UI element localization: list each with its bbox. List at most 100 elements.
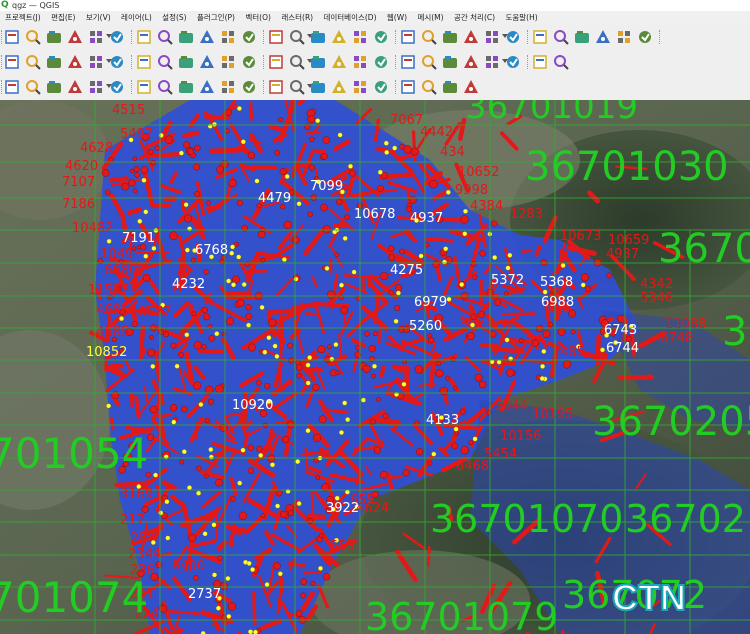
topology-icon[interactable]: [136, 79, 152, 95]
cut-icon[interactable]: [268, 54, 284, 70]
zoom-out-icon[interactable]: [199, 29, 215, 45]
undo-icon[interactable]: [331, 54, 347, 70]
label-move-icon[interactable]: [442, 54, 458, 70]
save-edits-icon[interactable]: [178, 54, 194, 70]
add-csv-icon[interactable]: [88, 54, 104, 70]
zoom-to-native-icon[interactable]: [289, 29, 305, 45]
vertex-tool-icon[interactable]: [220, 54, 236, 70]
map-canvas[interactable]: 4515 5497 4628 4620 7107 7186 10482 1049 6680 115…: [0, 100, 750, 634]
show-bookmarks-icon[interactable]: [421, 29, 437, 45]
map-label-red: 5944: [495, 399, 528, 414]
menu-processing[interactable]: 공간 처리(C): [454, 11, 495, 25]
menu-database[interactable]: 데이터베이스(D): [323, 11, 376, 25]
zoom-to-layer-icon[interactable]: [268, 29, 284, 45]
delete-feature-icon[interactable]: [241, 54, 257, 70]
menu-edit[interactable]: 편집(E): [51, 11, 75, 25]
deselect-icon[interactable]: [46, 79, 62, 95]
plugin-python-icon[interactable]: [505, 54, 521, 70]
label-show-icon[interactable]: [421, 54, 437, 70]
menu-view[interactable]: 보기(V): [86, 11, 111, 25]
menu-plugins[interactable]: 플러그인(P): [197, 11, 235, 25]
add-spatialite-icon[interactable]: [109, 54, 125, 70]
label-change-icon[interactable]: [484, 54, 500, 70]
add-feature-icon[interactable]: [199, 54, 215, 70]
zoom-in-icon[interactable]: [178, 29, 194, 45]
settings-gear-icon[interactable]: [310, 79, 326, 95]
print-layout-icon[interactable]: [88, 29, 104, 45]
snapping-icon[interactable]: [109, 79, 125, 95]
rotate-symbol-icon[interactable]: [220, 79, 236, 95]
text-tool-icon[interactable]: [241, 79, 257, 95]
refresh-icon[interactable]: [463, 29, 479, 45]
plus-box-icon[interactable]: [331, 79, 347, 95]
new-3d-view-icon[interactable]: [373, 29, 389, 45]
menu-vector[interactable]: 벡터(O): [245, 11, 271, 25]
zoom-to-selection-icon[interactable]: [241, 29, 257, 45]
help-icon[interactable]: [553, 54, 569, 70]
label-abc-icon[interactable]: [373, 54, 389, 70]
menu-mesh[interactable]: 메시(M): [417, 11, 443, 25]
menu-help[interactable]: 도움말(H): [505, 11, 537, 25]
menu-raster[interactable]: 래스터(R): [281, 11, 313, 25]
bookmark-icon[interactable]: [400, 29, 416, 45]
copy-icon[interactable]: [289, 54, 305, 70]
zoom-last-icon[interactable]: [310, 29, 326, 45]
zoom-full-icon[interactable]: [220, 29, 236, 45]
road-node: [518, 338, 524, 344]
hammer-icon[interactable]: [463, 79, 479, 95]
refresh-cycle-icon[interactable]: [352, 79, 368, 95]
node-tool-icon[interactable]: [178, 79, 194, 95]
road-node: [192, 575, 199, 581]
cloud-settings-icon[interactable]: [400, 79, 416, 95]
cube-alt-icon[interactable]: [442, 79, 458, 95]
menu-layer[interactable]: 레이어(L): [121, 11, 152, 25]
field-calculator-icon[interactable]: [553, 29, 569, 45]
select-feature-icon[interactable]: [4, 79, 20, 95]
digitize-pencil-icon[interactable]: [136, 54, 152, 70]
measure-icon[interactable]: [595, 29, 611, 45]
offset-curve-icon[interactable]: [199, 79, 215, 95]
cube-icon[interactable]: [421, 79, 437, 95]
save-as-icon[interactable]: [67, 29, 83, 45]
form-select-icon[interactable]: [67, 79, 83, 95]
redo-icon[interactable]: [352, 54, 368, 70]
map-tips-icon[interactable]: [616, 29, 632, 45]
add-vector-icon[interactable]: [46, 54, 62, 70]
road-node: [306, 517, 314, 525]
save-project-icon[interactable]: [46, 29, 62, 45]
temporal-controller-icon[interactable]: [442, 29, 458, 45]
new-project-icon[interactable]: [4, 29, 20, 45]
identify-icon[interactable]: [484, 29, 500, 45]
data-source-manager-icon[interactable]: [4, 54, 20, 70]
advanced-digitizing-icon[interactable]: [88, 79, 104, 95]
zoom-next-icon[interactable]: [331, 29, 347, 45]
cloud-icon[interactable]: [373, 79, 389, 95]
text-annotation-icon[interactable]: [637, 29, 653, 45]
attribute-table-icon[interactable]: [505, 29, 521, 45]
label-pin-icon[interactable]: [400, 54, 416, 70]
menu-settings[interactable]: 설정(S): [162, 11, 186, 25]
open-table-icon[interactable]: [574, 29, 590, 45]
toggle-edit-icon[interactable]: [157, 54, 173, 70]
map-label-red: 4685: [96, 325, 129, 340]
road-node: [323, 573, 331, 581]
pan-map-icon[interactable]: [136, 29, 152, 45]
d-plugin-icon[interactable]: [289, 79, 305, 95]
plugin-globe-icon[interactable]: [532, 54, 548, 70]
point-marker: [348, 163, 354, 169]
label-rotate-icon[interactable]: [463, 54, 479, 70]
style-manager-icon[interactable]: [109, 29, 125, 45]
add-raster-icon[interactable]: [67, 54, 83, 70]
select-by-expression-icon[interactable]: [25, 79, 41, 95]
statistics-icon[interactable]: [532, 29, 548, 45]
new-geopackage-icon[interactable]: [25, 54, 41, 70]
paste-icon[interactable]: [310, 54, 326, 70]
menu-web[interactable]: 웹(W): [387, 11, 407, 25]
menu-project[interactable]: 프로젝트(J): [5, 11, 41, 25]
open-project-icon[interactable]: [25, 29, 41, 45]
text-box-icon[interactable]: [268, 79, 284, 95]
pan-to-selection-icon[interactable]: [157, 29, 173, 45]
label-tool-icon[interactable]: [157, 79, 173, 95]
new-map-view-icon[interactable]: [352, 29, 368, 45]
map-label-red: 4937: [606, 247, 639, 262]
